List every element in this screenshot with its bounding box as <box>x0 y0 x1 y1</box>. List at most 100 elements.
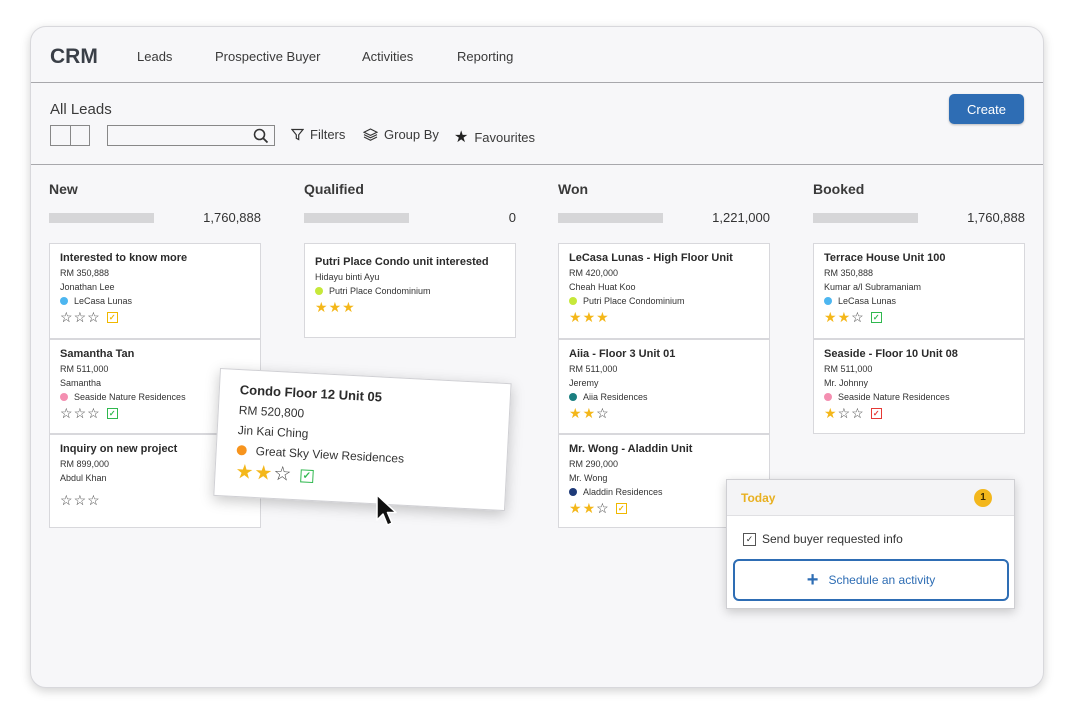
activity-check-icon[interactable]: ✓ <box>870 311 882 323</box>
lead-card[interactable]: LeCasa Lunas - High Floor Unit RM 420,00… <box>558 243 770 339</box>
view-toggle[interactable] <box>50 125 90 146</box>
column-progress-bar <box>813 213 918 223</box>
star-icon[interactable]: ☆ <box>87 310 100 324</box>
task-checkbox-icon[interactable]: ✓ <box>743 532 756 546</box>
create-button[interactable]: Create <box>949 94 1024 124</box>
group-by-label: Group By <box>384 127 439 142</box>
schedule-activity-button[interactable]: + Schedule an activity <box>733 559 1009 601</box>
favourites-button[interactable]: ★ Favourites <box>454 127 535 147</box>
filter-icon <box>291 128 304 141</box>
priority-stars[interactable]: ★ ☆ ☆ ✓ <box>824 406 1014 420</box>
star-icon[interactable]: ★ <box>824 310 837 324</box>
star-icon[interactable]: ☆ <box>87 493 100 507</box>
mouse-cursor-icon <box>376 494 397 526</box>
lead-card[interactable]: Putri Place Condo unit interested Hidayu… <box>304 243 516 338</box>
lead-property: LeCasa Lunas <box>824 296 1014 306</box>
filters-button[interactable]: Filters <box>291 127 345 142</box>
today-header: Today 1 <box>727 480 1014 516</box>
lead-card[interactable]: Terrace House Unit 100 RM 350,888 Kumar … <box>813 243 1025 339</box>
star-icon[interactable]: ☆ <box>596 406 609 420</box>
property-color-dot <box>569 488 577 496</box>
lead-property: LeCasa Lunas <box>60 296 250 306</box>
property-color-dot <box>824 393 832 401</box>
nav-prospective-buyer[interactable]: Prospective Buyer <box>215 49 321 64</box>
priority-stars[interactable]: ★ ★ ☆ ✓ <box>824 310 1014 324</box>
star-icon[interactable]: ★ <box>583 501 596 515</box>
lead-price: RM 350,888 <box>824 268 874 278</box>
lead-property: Seaside Nature Residences <box>824 392 1014 402</box>
lead-card[interactable]: Aiia - Floor 3 Unit 01 RM 511,000 Jeremy… <box>558 339 770 434</box>
search-input[interactable] <box>107 125 275 146</box>
star-icon[interactable]: ★ <box>235 461 254 484</box>
star-icon[interactable]: ★ <box>569 501 582 515</box>
lead-title: Samantha Tan <box>60 348 135 360</box>
today-task-item[interactable]: ✓ Send buyer requested info <box>743 532 903 546</box>
view-toggle-right[interactable] <box>71 126 90 145</box>
lead-property: Aiia Residences <box>569 392 759 402</box>
star-icon[interactable]: ★ <box>342 300 355 314</box>
page-title: All Leads <box>50 101 112 118</box>
lead-property-label: Seaside Nature Residences <box>74 392 186 402</box>
nav-reporting[interactable]: Reporting <box>457 49 513 64</box>
star-icon[interactable]: ★ <box>596 310 609 324</box>
priority-stars[interactable]: ☆ ☆ ☆ ✓ <box>60 310 250 324</box>
star-icon[interactable]: ☆ <box>74 310 87 324</box>
today-count-badge: 1 <box>974 489 992 507</box>
star-icon[interactable]: ☆ <box>60 493 73 507</box>
nav-activities[interactable]: Activities <box>362 49 413 64</box>
priority-stars[interactable]: ★ ★ ★ <box>315 300 505 314</box>
star-icon[interactable]: ☆ <box>273 463 292 486</box>
lead-property-label: Putri Place Condominium <box>329 286 431 296</box>
star-icon[interactable]: ★ <box>569 406 582 420</box>
star-icon[interactable]: ★ <box>583 406 596 420</box>
star-icon[interactable]: ★ <box>824 406 837 420</box>
activity-check-icon[interactable]: ✓ <box>299 468 314 483</box>
lead-property-label: Putri Place Condominium <box>583 296 685 306</box>
activity-check-icon[interactable]: ✓ <box>106 407 118 419</box>
star-icon[interactable]: ☆ <box>74 493 87 507</box>
lead-card[interactable]: Seaside - Floor 10 Unit 08 RM 511,000 Mr… <box>813 339 1025 434</box>
star-icon[interactable]: ★ <box>838 310 851 324</box>
star-icon[interactable]: ☆ <box>87 406 100 420</box>
star-icon[interactable]: ☆ <box>74 406 87 420</box>
lead-contact: Mr. Johnny <box>824 378 869 388</box>
lead-title: Terrace House Unit 100 <box>824 252 946 264</box>
lead-card[interactable]: Interested to know more RM 350,888 Jonat… <box>49 243 261 339</box>
star-icon[interactable]: ☆ <box>60 310 73 324</box>
star-icon[interactable]: ★ <box>315 300 328 314</box>
activity-check-icon[interactable]: ✓ <box>870 407 882 419</box>
lead-title: LeCasa Lunas - High Floor Unit <box>569 252 733 264</box>
star-icon[interactable]: ★ <box>254 462 273 485</box>
lead-price: RM 511,000 <box>569 364 618 374</box>
schedule-activity-label: Schedule an activity <box>828 573 936 587</box>
lead-price: RM 350,888 <box>60 268 110 278</box>
column-total: 1,760,888 <box>203 210 261 225</box>
lead-contact: Jonathan Lee <box>60 282 115 292</box>
activity-check-icon[interactable]: ✓ <box>615 502 627 514</box>
lead-title: Aiia - Floor 3 Unit 01 <box>569 348 676 360</box>
priority-stars[interactable]: ★ ★ ★ <box>569 310 759 324</box>
star-icon[interactable]: ★ <box>569 310 582 324</box>
search-icon[interactable] <box>253 128 269 144</box>
star-icon[interactable]: ☆ <box>60 406 73 420</box>
lead-price: RM 511,000 <box>824 364 873 374</box>
property-color-dot <box>236 444 247 456</box>
star-icon[interactable]: ☆ <box>838 406 851 420</box>
priority-stars[interactable]: ★ ★ ☆ <box>569 406 759 420</box>
star-icon[interactable]: ☆ <box>851 310 864 324</box>
group-by-button[interactable]: Group By <box>363 127 439 142</box>
lead-price: RM 420,000 <box>569 268 619 278</box>
activity-check-icon[interactable]: ✓ <box>106 311 118 323</box>
dragging-lead-card[interactable]: Condo Floor 12 Unit 05 RM 520,800 Jin Ka… <box>213 368 512 512</box>
property-color-dot <box>60 297 68 305</box>
column-total: 1,760,888 <box>967 210 1025 225</box>
star-icon[interactable]: ☆ <box>596 501 609 515</box>
view-toggle-left[interactable] <box>51 126 71 145</box>
star-icon[interactable]: ★ <box>583 310 596 324</box>
star-icon[interactable]: ☆ <box>851 406 864 420</box>
column-progress-bar <box>49 213 154 223</box>
column-total: 0 <box>508 210 516 225</box>
star-icon[interactable]: ★ <box>329 300 342 314</box>
column-title: New <box>49 181 78 197</box>
nav-leads[interactable]: Leads <box>137 49 172 64</box>
